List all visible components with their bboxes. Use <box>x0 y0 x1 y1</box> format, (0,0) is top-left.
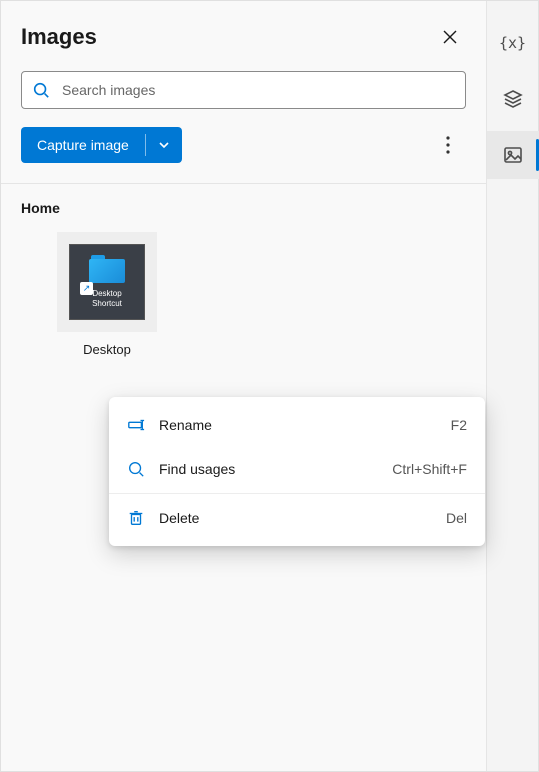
rail-item-images[interactable] <box>487 131 539 179</box>
menu-item-rename[interactable]: Rename F2 <box>109 403 485 447</box>
toolbar: Capture image <box>21 127 466 163</box>
more-vertical-icon <box>446 136 450 154</box>
delete-icon <box>127 509 145 527</box>
context-menu: Rename F2 Find usages Ctrl+Shift+F Delet… <box>109 397 485 546</box>
thumbnail-preview: ↗ Desktop Shortcut <box>69 244 145 320</box>
capture-button-label: Capture image <box>21 137 145 153</box>
menu-label: Rename <box>159 417 451 433</box>
images-panel: Images Capture image Home <box>1 1 486 771</box>
panel-header: Images <box>21 21 466 53</box>
shortcut-badge-icon: ↗ <box>80 282 93 295</box>
menu-label: Delete <box>159 510 446 526</box>
close-icon <box>442 29 458 45</box>
search-input[interactable] <box>62 82 455 98</box>
variables-icon: {x} <box>499 34 526 52</box>
menu-label: Find usages <box>159 461 392 477</box>
menu-shortcut: F2 <box>451 417 467 433</box>
folder-icon <box>89 255 125 283</box>
menu-item-delete[interactable]: Delete Del <box>109 496 485 540</box>
thumbnail-inner-label: Desktop Shortcut <box>92 289 122 308</box>
image-icon <box>503 145 523 165</box>
image-thumbnail[interactable]: ↗ Desktop Shortcut <box>57 232 157 332</box>
menu-item-find-usages[interactable]: Find usages Ctrl+Shift+F <box>109 447 485 491</box>
section-divider <box>1 183 486 184</box>
rail-item-layers[interactable] <box>487 75 539 123</box>
image-caption: Desktop <box>83 342 131 357</box>
section-title: Home <box>21 200 466 216</box>
menu-shortcut: Ctrl+Shift+F <box>392 461 467 477</box>
image-item: ↗ Desktop Shortcut Desktop <box>57 232 157 357</box>
capture-dropdown-button[interactable] <box>146 139 182 151</box>
side-rail: {x} <box>486 1 538 771</box>
more-options-button[interactable] <box>430 127 466 163</box>
capture-image-button[interactable]: Capture image <box>21 127 182 163</box>
menu-separator <box>109 493 485 494</box>
chevron-down-icon <box>158 139 170 151</box>
rename-icon <box>127 416 145 434</box>
menu-shortcut: Del <box>446 510 467 526</box>
search-box[interactable] <box>21 71 466 109</box>
close-button[interactable] <box>434 21 466 53</box>
search-icon <box>127 460 145 478</box>
panel-title: Images <box>21 24 97 50</box>
layers-icon <box>503 89 523 109</box>
search-icon <box>32 81 50 99</box>
rail-item-variables[interactable]: {x} <box>487 19 539 67</box>
